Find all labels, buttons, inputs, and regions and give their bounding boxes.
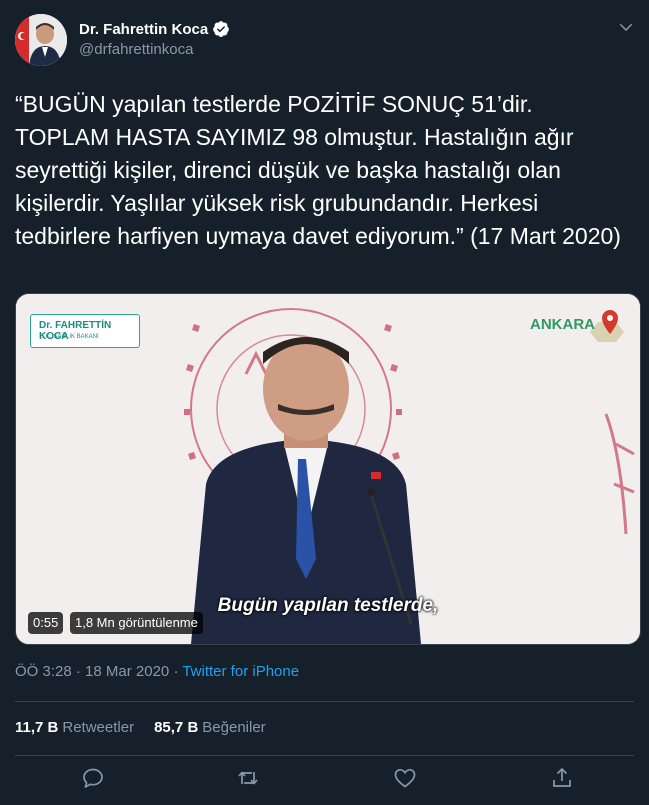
avatar[interactable] bbox=[15, 14, 67, 66]
tweet: Dr. Fahrettin Koca @drfahrettinkoca “BUG… bbox=[0, 0, 649, 805]
reply-icon[interactable] bbox=[81, 766, 105, 790]
speaker-name-badge: Dr. FAHRETTİN KOCA T.C. SAĞLIK BAKANI bbox=[30, 314, 140, 348]
share-icon[interactable] bbox=[550, 766, 574, 790]
video-view-count: 1,8 Mn görüntülenme bbox=[70, 612, 203, 634]
retweets-label: Retweetler bbox=[62, 719, 135, 736]
verified-badge-icon bbox=[212, 20, 230, 38]
meta-separator: · bbox=[169, 663, 183, 680]
retweets-count: 11,7 B bbox=[15, 719, 59, 736]
like-icon[interactable] bbox=[393, 766, 417, 790]
tweet-meta: ÖÖ 3:28 · 18 Mar 2020 · Twitter for iPho… bbox=[15, 663, 299, 680]
location-label: ANKARA bbox=[530, 316, 595, 333]
user-handle[interactable]: @drfahrettinkoca bbox=[79, 41, 193, 58]
meta-separator: · bbox=[71, 663, 86, 680]
video-player[interactable]: Dr. FAHRETTİN KOCA T.C. SAĞLIK BAKANI AN… bbox=[15, 293, 641, 645]
likes-stat[interactable]: 85,7 B Beğeniler bbox=[154, 719, 266, 736]
retweet-icon[interactable] bbox=[236, 766, 260, 790]
tweet-stats: 11,7 B Retweetler 85,7 B Beğeniler bbox=[15, 719, 266, 736]
speaker-title-label: T.C. SAĞLIK BAKANI bbox=[41, 334, 99, 340]
chevron-down-icon[interactable] bbox=[617, 18, 635, 36]
divider bbox=[15, 701, 634, 702]
video-duration: 0:55 bbox=[28, 612, 64, 634]
likes-label: Beğeniler bbox=[202, 719, 266, 736]
tweet-source-link[interactable]: Twitter for iPhone bbox=[182, 663, 299, 680]
likes-count: 85,7 B bbox=[154, 719, 199, 736]
tweet-header: Dr. Fahrettin Koca @drfahrettinkoca bbox=[15, 14, 635, 66]
tweet-text: “BUGÜN yapılan testlerde POZİTİF SONUÇ 5… bbox=[15, 91, 621, 249]
divider bbox=[15, 755, 634, 756]
display-name[interactable]: Dr. Fahrettin Koca bbox=[79, 21, 208, 38]
name-row: Dr. Fahrettin Koca bbox=[79, 20, 230, 38]
tweet-actions bbox=[0, 766, 649, 796]
tweet-time[interactable]: ÖÖ 3:28 bbox=[15, 663, 72, 680]
retweets-stat[interactable]: 11,7 B Retweetler bbox=[15, 719, 134, 736]
tweet-date[interactable]: 18 Mar 2020 bbox=[85, 663, 169, 680]
